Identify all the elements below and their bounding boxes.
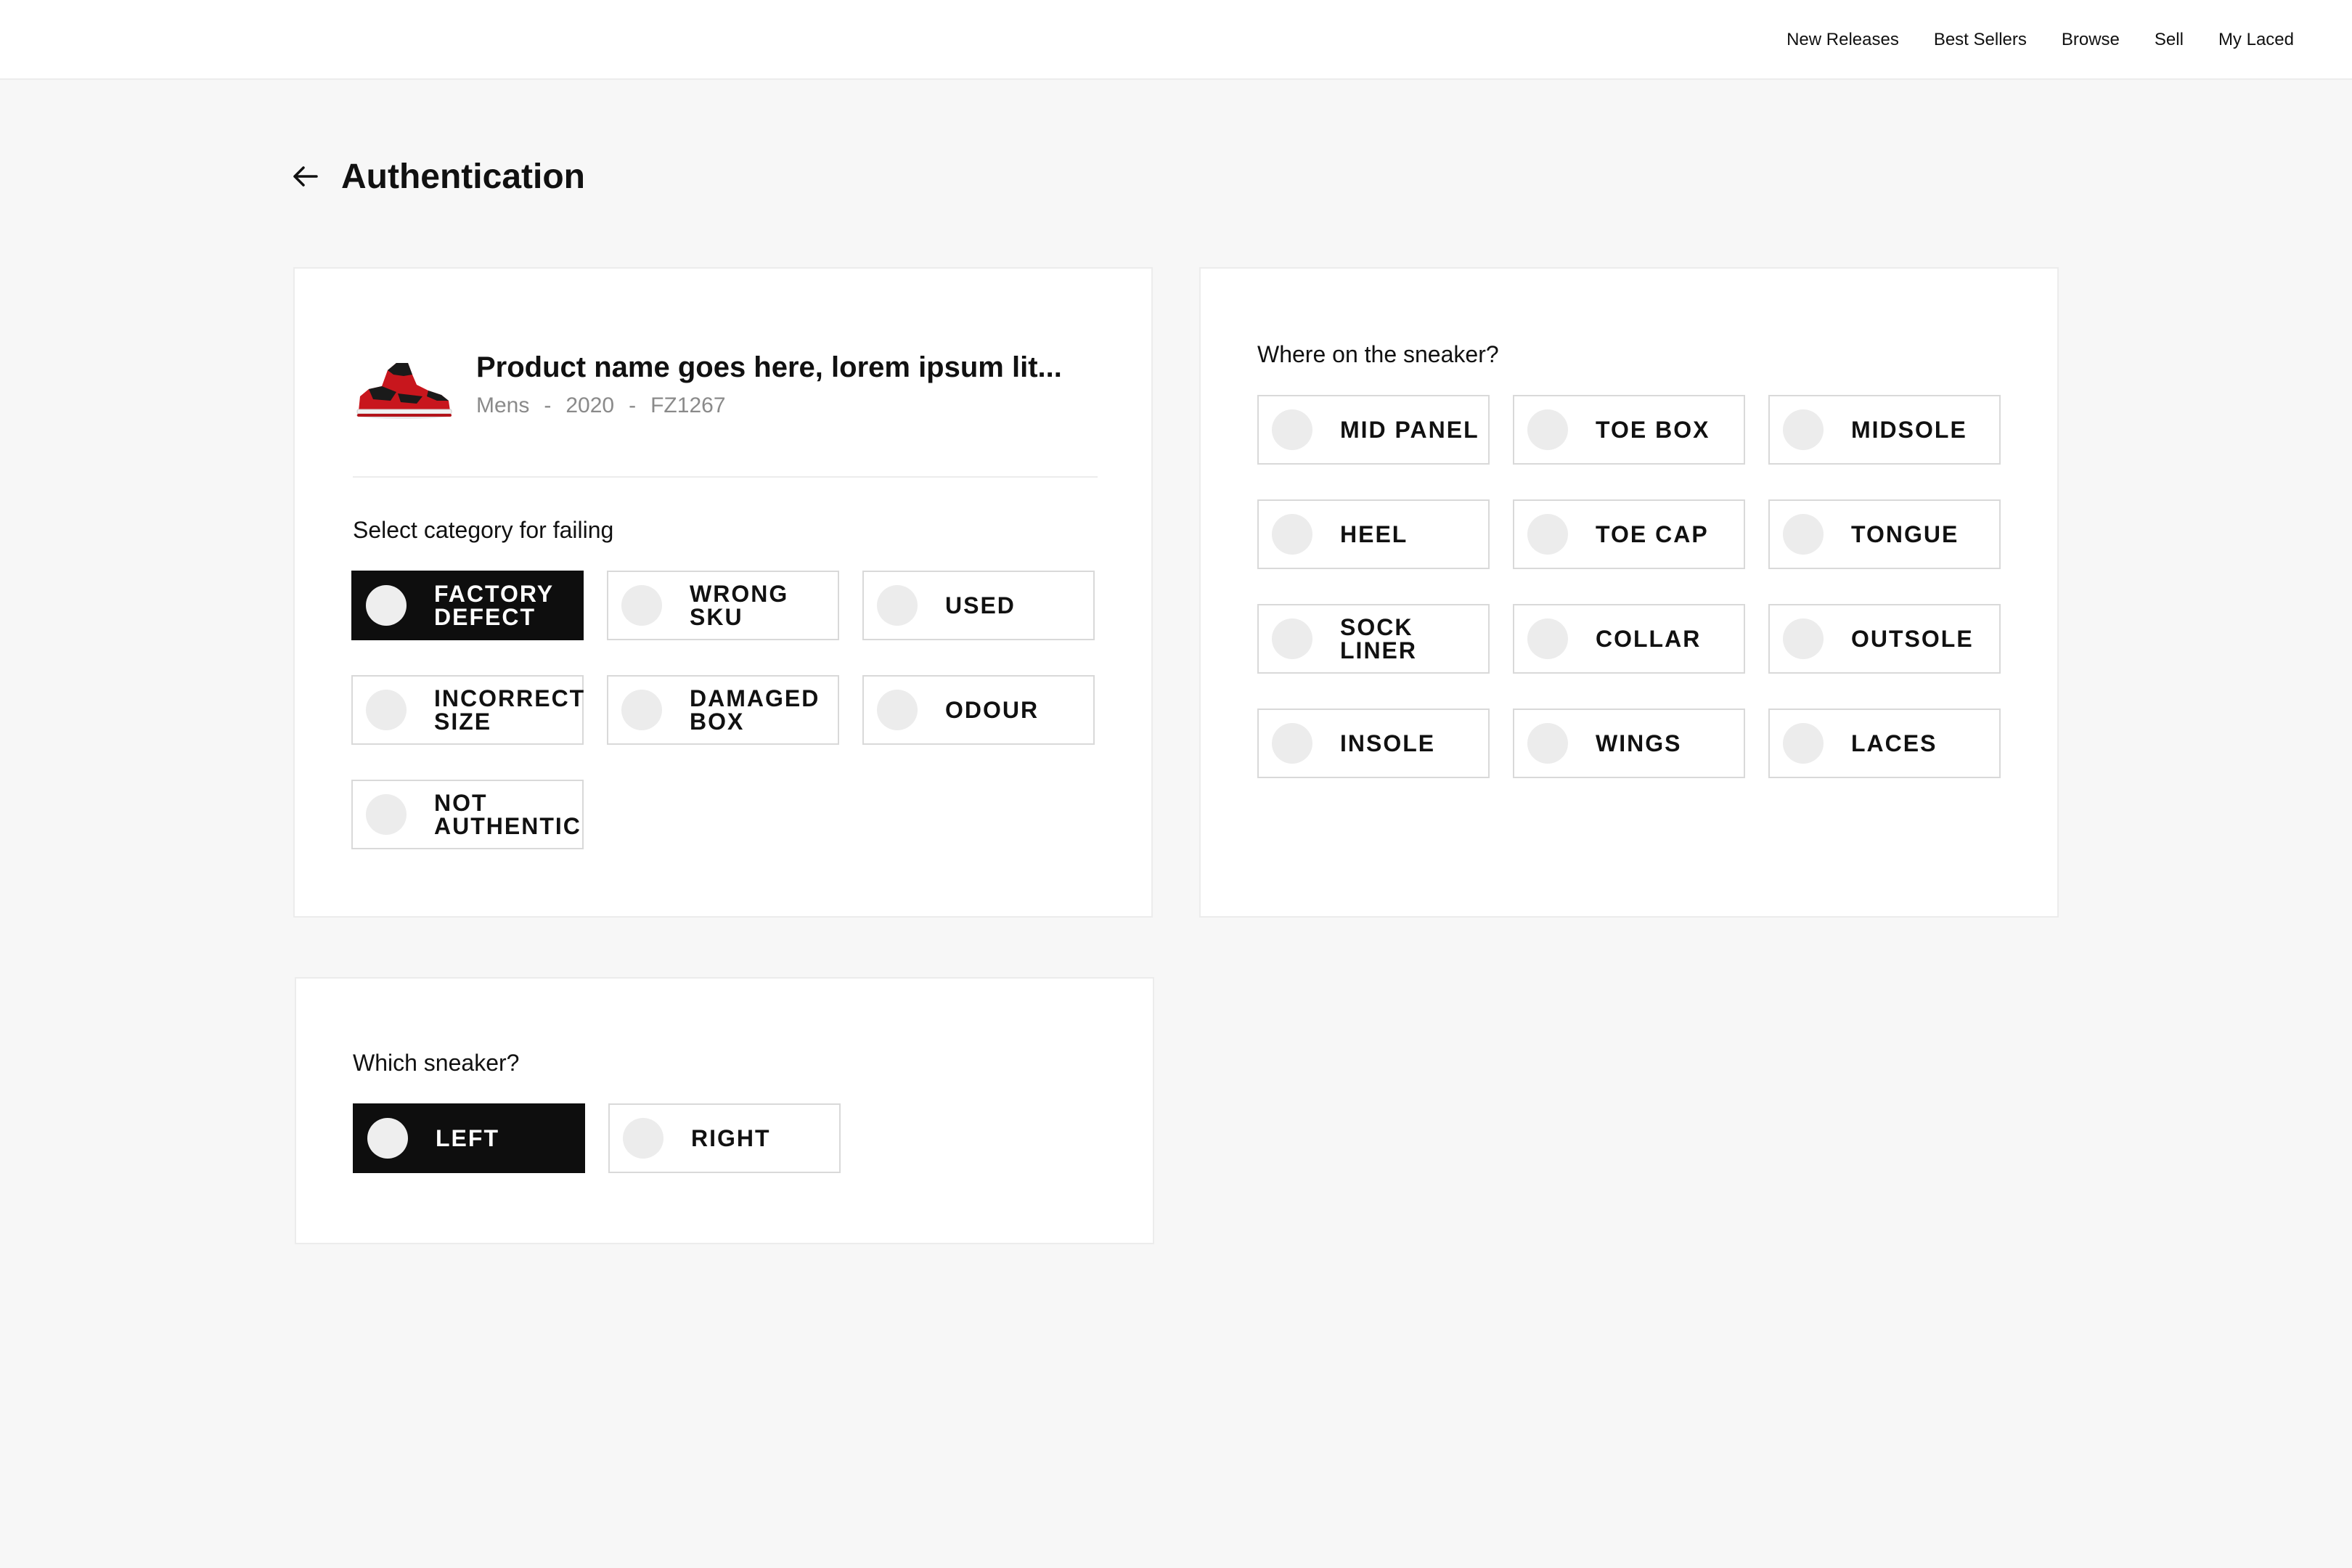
option-left[interactable]: Left: [353, 1103, 585, 1173]
product-name: Product name goes here, lorem ipsum lit.…: [476, 351, 1062, 383]
page-title: Authentication: [341, 157, 585, 196]
radio-indicator: [623, 1118, 663, 1159]
option-label: Left: [436, 1125, 499, 1151]
which-sneaker-options: Left Right: [353, 1103, 1096, 1173]
page-header: Authentication: [290, 149, 585, 204]
meta-separator: -: [544, 393, 552, 417]
option-odour[interactable]: Odour: [862, 675, 1095, 745]
product-summary: Product name goes here, lorem ipsum lit.…: [353, 350, 1062, 425]
failing-category-options: Factory defect Wrong SKU Used Incorrect …: [351, 571, 1095, 849]
option-label: Laces: [1851, 730, 1937, 756]
which-sneaker-label: Which sneaker?: [353, 1050, 520, 1076]
radio-indicator: [1527, 723, 1568, 764]
product-meta: Mens - 2020 - FZ1267: [476, 393, 1062, 418]
option-label: Outsole: [1851, 626, 1974, 652]
option-label: Tongue: [1851, 521, 1959, 547]
radio-indicator: [366, 690, 407, 730]
meta-separator: -: [629, 393, 637, 417]
option-label: Right: [691, 1125, 771, 1151]
nav-my-laced[interactable]: My Laced: [2218, 30, 2294, 50]
option-label: Insole: [1340, 730, 1436, 756]
option-used[interactable]: Used: [862, 571, 1095, 640]
radio-indicator: [1527, 514, 1568, 555]
option-wrong-sku[interactable]: Wrong SKU: [607, 571, 839, 640]
option-label: Heel: [1340, 521, 1408, 547]
option-label: Wrong SKU: [690, 581, 789, 630]
product-gender: Mens: [476, 393, 530, 417]
option-damaged-box[interactable]: Damaged box: [607, 675, 839, 745]
radio-indicator: [1272, 723, 1312, 764]
radio-indicator: [1272, 618, 1312, 659]
option-label: Midsole: [1851, 417, 1967, 443]
option-factory-defect[interactable]: Factory defect: [351, 571, 584, 640]
option-label: Incorrect size: [434, 685, 586, 735]
radio-indicator: [366, 794, 407, 835]
radio-indicator: [621, 585, 662, 626]
radio-indicator: [1783, 723, 1824, 764]
option-midsole[interactable]: Midsole: [1768, 395, 2001, 465]
option-insole[interactable]: Insole: [1257, 709, 1490, 778]
option-right[interactable]: Right: [608, 1103, 841, 1173]
radio-indicator: [1527, 409, 1568, 450]
option-label: Damaged box: [690, 685, 820, 735]
radio-indicator: [877, 690, 918, 730]
radio-indicator: [1272, 409, 1312, 450]
radio-indicator: [1527, 618, 1568, 659]
option-label: Sock liner: [1340, 614, 1417, 663]
radio-indicator: [1272, 514, 1312, 555]
option-laces[interactable]: Laces: [1768, 709, 2001, 778]
option-toe-cap[interactable]: Toe cap: [1513, 499, 1745, 569]
option-collar[interactable]: Collar: [1513, 604, 1745, 674]
option-mid-panel[interactable]: Mid panel: [1257, 395, 1490, 465]
radio-indicator: [621, 690, 662, 730]
back-arrow-icon[interactable]: [290, 162, 319, 191]
option-tongue[interactable]: Tongue: [1768, 499, 2001, 569]
option-wings[interactable]: Wings: [1513, 709, 1745, 778]
divider: [353, 476, 1098, 478]
failing-category-card: Product name goes here, lorem ipsum lit.…: [293, 267, 1153, 918]
option-label: Odour: [945, 697, 1040, 723]
option-label: Mid panel: [1340, 417, 1479, 443]
main-nav: New Releases Best Sellers Browse Sell My…: [1787, 0, 2294, 80]
nav-sell[interactable]: Sell: [2155, 30, 2184, 50]
radio-indicator: [367, 1118, 408, 1159]
option-label: Not authentic: [434, 790, 581, 839]
option-sock-liner[interactable]: Sock liner: [1257, 604, 1490, 674]
nav-best-sellers[interactable]: Best Sellers: [1934, 30, 2027, 50]
option-label: Collar: [1596, 626, 1702, 652]
option-label: Factory defect: [434, 581, 554, 630]
product-sku: FZ1267: [650, 393, 726, 417]
which-sneaker-card: Which sneaker? Left Right: [295, 977, 1154, 1244]
product-info: Product name goes here, lorem ipsum lit.…: [476, 350, 1062, 418]
sneaker-thumbnail: [356, 363, 452, 419]
nav-browse[interactable]: Browse: [2062, 30, 2120, 50]
option-outsole[interactable]: Outsole: [1768, 604, 2001, 674]
failing-category-label: Select category for failing: [353, 517, 614, 543]
radio-indicator: [1783, 618, 1824, 659]
sneaker-location-card: Where on the sneaker? Mid panel Toe box …: [1199, 267, 2059, 918]
option-label: Wings: [1596, 730, 1682, 756]
option-heel[interactable]: Heel: [1257, 499, 1490, 569]
sneaker-location-options: Mid panel Toe box Midsole Heel Toe cap T…: [1257, 395, 2001, 778]
option-toe-box[interactable]: Toe box: [1513, 395, 1745, 465]
option-label: Used: [945, 592, 1016, 618]
option-not-authentic[interactable]: Not authentic: [351, 780, 584, 849]
option-incorrect-size[interactable]: Incorrect size: [351, 675, 584, 745]
option-label: Toe box: [1596, 417, 1710, 443]
option-label: Toe cap: [1596, 521, 1709, 547]
radio-indicator: [1783, 514, 1824, 555]
radio-indicator: [1783, 409, 1824, 450]
product-year: 2020: [565, 393, 615, 417]
top-navbar: New Releases Best Sellers Browse Sell My…: [0, 0, 2352, 80]
nav-new-releases[interactable]: New Releases: [1787, 30, 1899, 50]
radio-indicator: [877, 585, 918, 626]
sneaker-location-label: Where on the sneaker?: [1257, 341, 1499, 367]
radio-indicator: [366, 585, 407, 626]
